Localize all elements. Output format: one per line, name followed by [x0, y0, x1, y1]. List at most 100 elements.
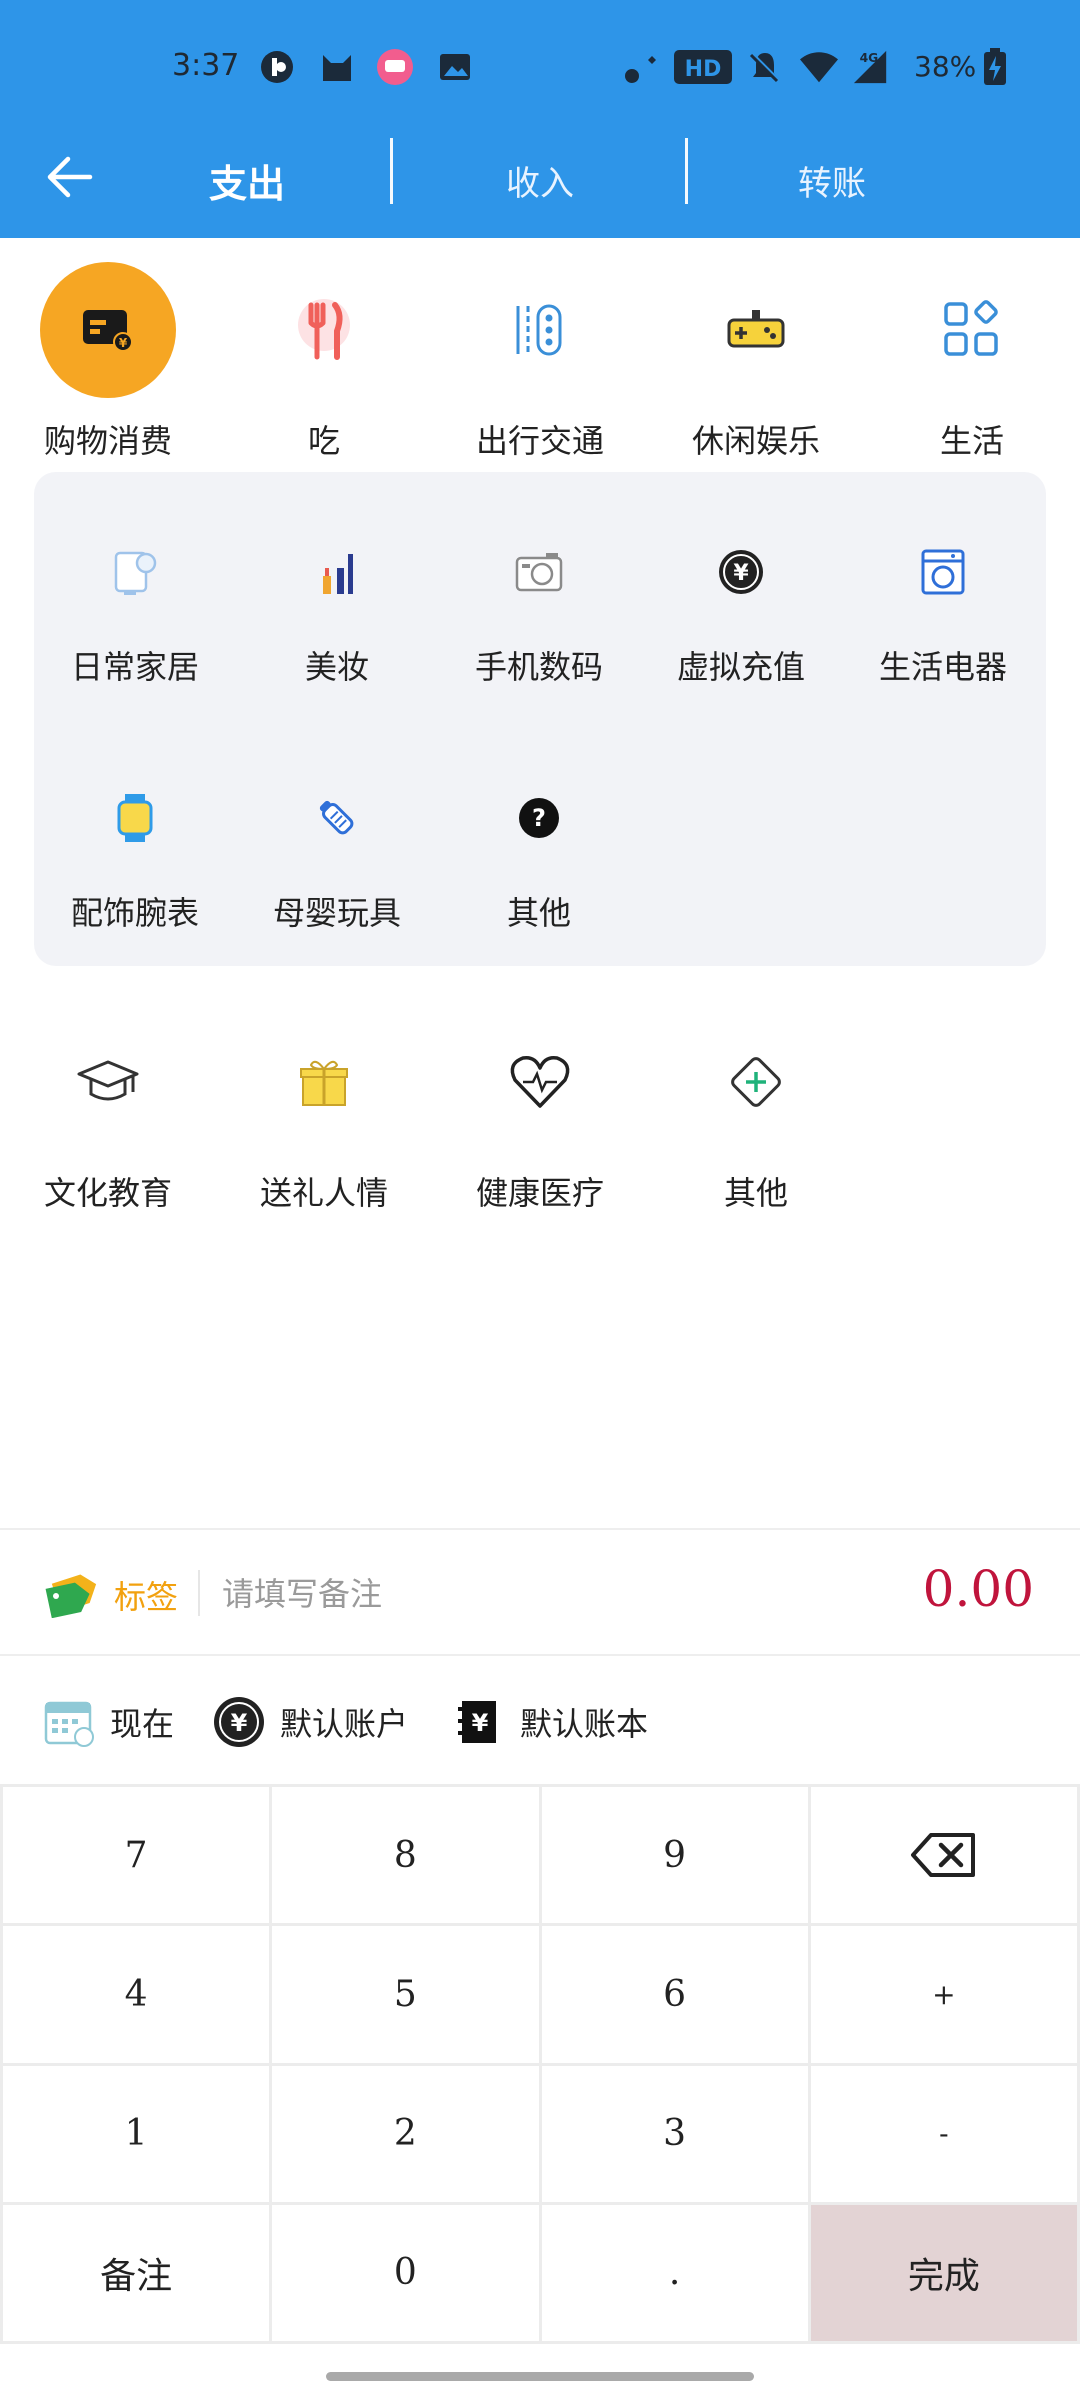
- svg-text:¥: ¥: [119, 336, 128, 350]
- key-3[interactable]: 3: [541, 2065, 808, 2202]
- key-1[interactable]: 1: [3, 2065, 270, 2202]
- subcategory-appliance[interactable]: 生活电器: [842, 532, 1044, 688]
- svg-text:4G: 4G: [860, 51, 879, 65]
- app-notification-icon: [258, 48, 296, 86]
- key-4[interactable]: 4: [3, 1926, 270, 2063]
- subcategory-digital[interactable]: 手机数码: [438, 532, 640, 688]
- subcategory-recharge[interactable]: ¥ 虚拟充值: [640, 532, 842, 688]
- account-option[interactable]: ¥ 默认账户: [212, 1694, 408, 1750]
- key-6[interactable]: 6: [541, 1926, 808, 2063]
- header-bar: 3:37 HD 4G 38% 支出 收入 转账: [0, 0, 1080, 238]
- tab-expense[interactable]: 支出: [150, 130, 344, 230]
- subcategory-panel: 日常家居 美妆 手机数码 ¥ 虚拟充值 生活电器 配饰腕表 母婴玩具 ? 其他: [34, 472, 1046, 966]
- backspace-icon: [910, 1833, 975, 1878]
- category-gifts[interactable]: 送礼人情: [216, 1014, 432, 1214]
- category-other[interactable]: 其他: [648, 1014, 864, 1214]
- type-tabs: 支出 收入 转账: [0, 130, 1080, 238]
- subcategory-label: 手机数码: [474, 648, 603, 686]
- category-health[interactable]: 健康医疗: [432, 1014, 648, 1214]
- subcategory-label: 美妆: [304, 648, 369, 686]
- category-shopping[interactable]: ¥ 购物消费: [0, 262, 216, 462]
- memo-input[interactable]: [222, 1564, 742, 1624]
- yen-coin-icon: ¥: [212, 1695, 266, 1749]
- subcategory-baby-toys[interactable]: 母婴玩具: [236, 778, 438, 934]
- category-label: 吃: [307, 422, 340, 460]
- category-education[interactable]: 文化教育: [0, 1014, 216, 1214]
- key-icon: [622, 48, 660, 86]
- back-button[interactable]: [34, 142, 104, 212]
- hd-badge: HD: [674, 48, 732, 86]
- date-option[interactable]: 现在: [42, 1694, 174, 1750]
- category-label: 文化教育: [43, 1174, 172, 1212]
- key-note[interactable]: 备注: [3, 2204, 270, 2341]
- calendar-icon: [42, 1695, 96, 1749]
- transport-icon: [472, 262, 608, 398]
- category-food[interactable]: 吃: [216, 262, 432, 462]
- category-entertainment[interactable]: 休闲娱乐: [648, 262, 864, 462]
- category-label: 健康医疗: [475, 1174, 604, 1212]
- key-0[interactable]: 0: [272, 2204, 539, 2341]
- battery-charging-icon: [976, 48, 1014, 86]
- arrow-left-icon: [47, 156, 93, 198]
- options-row: 现在 ¥ 默认账户 ¥ 默认账本: [0, 1656, 1080, 1784]
- battery-percent: 38%: [914, 50, 977, 83]
- category-label: 生活: [939, 422, 1004, 460]
- status-bar: 3:37 HD 4G 38%: [0, 0, 1080, 130]
- key-minus[interactable]: -: [810, 2065, 1077, 2202]
- tag-icon[interactable]: [42, 1568, 100, 1619]
- home-indicator[interactable]: [326, 2372, 754, 2381]
- cat-notification-icon: [318, 48, 356, 86]
- subcategory-label: 配饰腕表: [70, 894, 199, 932]
- subcategory-accessories[interactable]: 配饰腕表: [34, 778, 236, 934]
- gamepad-icon: [688, 262, 824, 398]
- category-life[interactable]: 生活: [864, 262, 1080, 462]
- wifi-icon: [800, 48, 838, 86]
- category-transport[interactable]: 出行交通: [432, 262, 648, 462]
- tab-income[interactable]: 收入: [440, 130, 640, 230]
- category-label: 购物消费: [43, 422, 172, 460]
- memo-bar: 标签 0.00: [0, 1528, 1080, 1656]
- svg-text:HD: HD: [685, 57, 722, 82]
- book-option[interactable]: ¥ 默认账本: [452, 1694, 648, 1750]
- key-backspace[interactable]: [810, 1787, 1077, 1924]
- number-keypad: 7 8 9 4 5 6 + 1 2 3 - 备注 0 . 完成: [0, 1784, 1080, 2344]
- status-time: 3:37: [172, 48, 240, 83]
- bell-muted-icon: [746, 48, 784, 86]
- subcategory-makeup[interactable]: 美妆: [236, 532, 438, 688]
- subcategory-label: 母婴玩具: [272, 894, 401, 932]
- ledger-book-icon: ¥: [452, 1695, 506, 1749]
- subcategory-household[interactable]: 日常家居: [34, 532, 236, 688]
- svg-text:¥: ¥: [231, 1709, 248, 1737]
- tab-transfer[interactable]: 转账: [732, 130, 932, 230]
- gallery-notification-icon: [436, 48, 474, 86]
- watch-icon: [95, 778, 175, 858]
- key-plus[interactable]: +: [810, 1926, 1077, 2063]
- bilibili-notification-icon: [376, 48, 414, 86]
- key-5[interactable]: 5: [272, 1926, 539, 2063]
- heart-pulse-icon: [472, 1014, 608, 1150]
- makeup-icon: [297, 532, 377, 612]
- subcategory-other[interactable]: ? 其他: [438, 778, 640, 934]
- divider: [198, 1570, 200, 1616]
- tag-label[interactable]: 标签: [114, 1572, 178, 1618]
- category-label: 出行交通: [475, 422, 604, 460]
- tab-divider: [390, 138, 393, 204]
- subcategory-label: 生活电器: [878, 648, 1007, 686]
- graduation-cap-icon: [40, 1014, 176, 1150]
- subcategory-label: 其他: [506, 894, 571, 932]
- svg-text:¥: ¥: [472, 1709, 489, 1737]
- key-9[interactable]: 9: [541, 1787, 808, 1924]
- yen-coin-icon: ¥: [701, 532, 781, 612]
- svg-text:¥: ¥: [733, 561, 749, 586]
- tissue-roll-icon: [95, 532, 175, 612]
- key-8[interactable]: 8: [272, 1787, 539, 1924]
- date-option-label: 现在: [110, 1705, 175, 1743]
- shopping-card-icon: ¥: [40, 262, 176, 398]
- key-2[interactable]: 2: [272, 2065, 539, 2202]
- key-7[interactable]: 7: [3, 1787, 270, 1924]
- category-label: 休闲娱乐: [691, 422, 820, 460]
- svg-text:?: ?: [532, 804, 546, 832]
- done-button[interactable]: 完成: [810, 2204, 1077, 2341]
- key-dot[interactable]: .: [541, 2204, 808, 2341]
- grid-apps-icon: [904, 262, 1040, 398]
